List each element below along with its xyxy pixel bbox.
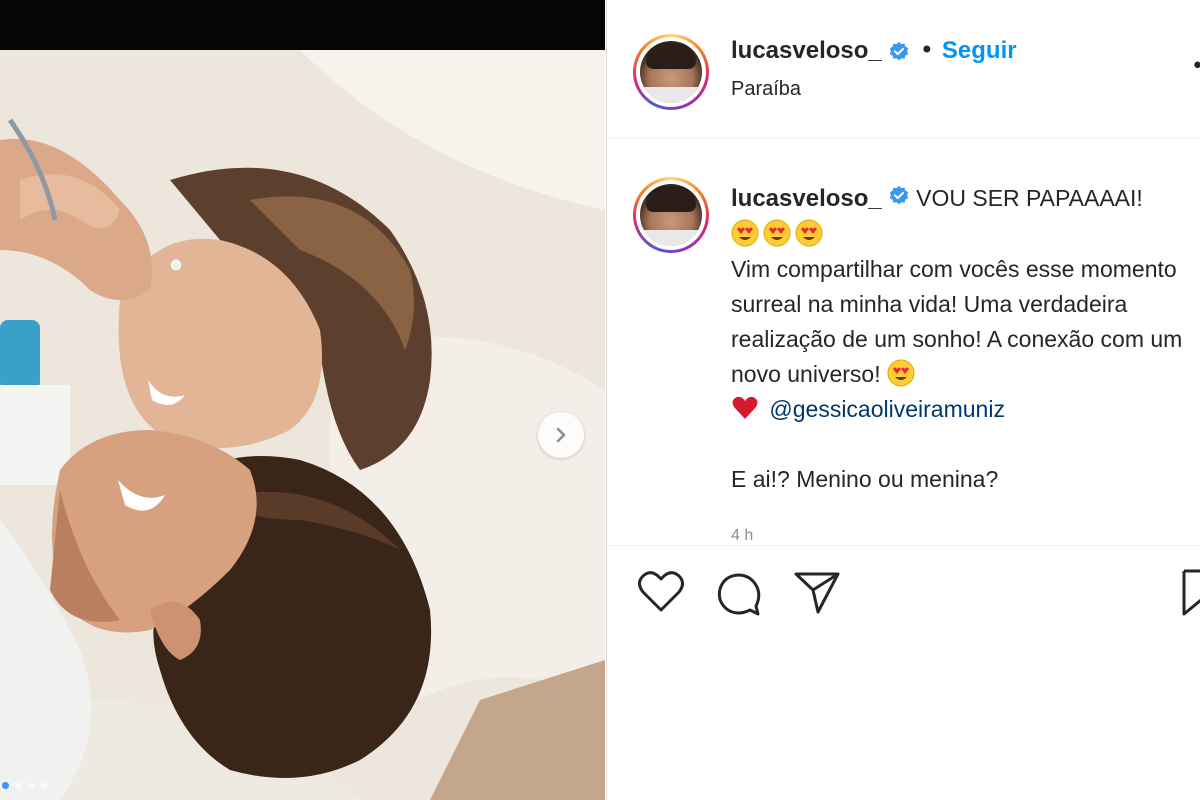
caption-body: Vim compartilhar com vocês esse momento …	[731, 256, 1183, 388]
comment-area: lucasveloso_ VOU SER PAPAAAAI! Vim compa…	[607, 139, 1200, 546]
heart-eyes-emoji	[731, 219, 759, 247]
carousel-dot	[2, 782, 9, 789]
bookmark-icon	[1182, 569, 1200, 616]
post-caption: lucasveloso_ VOU SER PAPAAAAI! Vim compa…	[731, 181, 1191, 497]
red-heart-emoji	[732, 397, 758, 420]
heart-eyes-emoji	[887, 359, 915, 387]
more-options-icon[interactable]: •	[1191, 56, 1200, 78]
save-button[interactable]	[1181, 568, 1200, 622]
comment-icon	[717, 573, 761, 616]
verified-badge-icon	[888, 182, 910, 217]
comment-button[interactable]	[715, 570, 763, 622]
post-location[interactable]: Paraíba	[731, 78, 801, 101]
caption-mention-link[interactable]: @gessicaoliveiramuniz	[769, 396, 1005, 422]
verified-badge-icon	[888, 41, 910, 67]
caption-question: E ai!? Menino ou menina?	[731, 466, 999, 493]
heart-eyes-emoji-row	[731, 217, 1191, 252]
avatar-image	[640, 41, 702, 103]
post-side-panel: lucasveloso_ • Seguir Paraíba • lucasvelo…	[606, 0, 1200, 800]
post-action-bar	[607, 546, 1200, 646]
comment-timestamp: 4 h	[731, 527, 754, 544]
follow-button[interactable]: Seguir	[942, 37, 1017, 64]
follow-separator: •	[919, 36, 934, 64]
share-button[interactable]	[793, 570, 841, 620]
caption-headline: VOU SER PAPAAAAI!	[916, 185, 1143, 211]
like-button[interactable]	[637, 570, 685, 618]
chevron-right-icon	[556, 427, 566, 443]
carousel-next-button[interactable]	[538, 412, 584, 458]
paper-plane-icon	[794, 572, 840, 614]
caption-avatar[interactable]	[633, 177, 709, 253]
heart-icon	[638, 571, 684, 612]
caption-username[interactable]: lucasveloso_	[731, 185, 882, 212]
carousel-dot	[28, 782, 35, 789]
photo-illustration	[0, 50, 605, 800]
header-username[interactable]: lucasveloso_	[731, 37, 882, 64]
post-photo[interactable]	[0, 50, 605, 800]
carousel-dot	[15, 782, 22, 789]
media-top-bar	[0, 0, 605, 50]
heart-eyes-emoji	[795, 219, 823, 247]
carousel-indicator	[2, 782, 48, 789]
carousel-dot	[41, 782, 48, 789]
header-avatar[interactable]	[633, 34, 709, 110]
post-media	[0, 0, 605, 800]
heart-eyes-emoji	[763, 219, 791, 247]
avatar-image	[640, 184, 702, 246]
header-user-line: lucasveloso_ • Seguir	[731, 36, 1017, 67]
post-header: lucasveloso_ • Seguir Paraíba •	[607, 0, 1200, 139]
